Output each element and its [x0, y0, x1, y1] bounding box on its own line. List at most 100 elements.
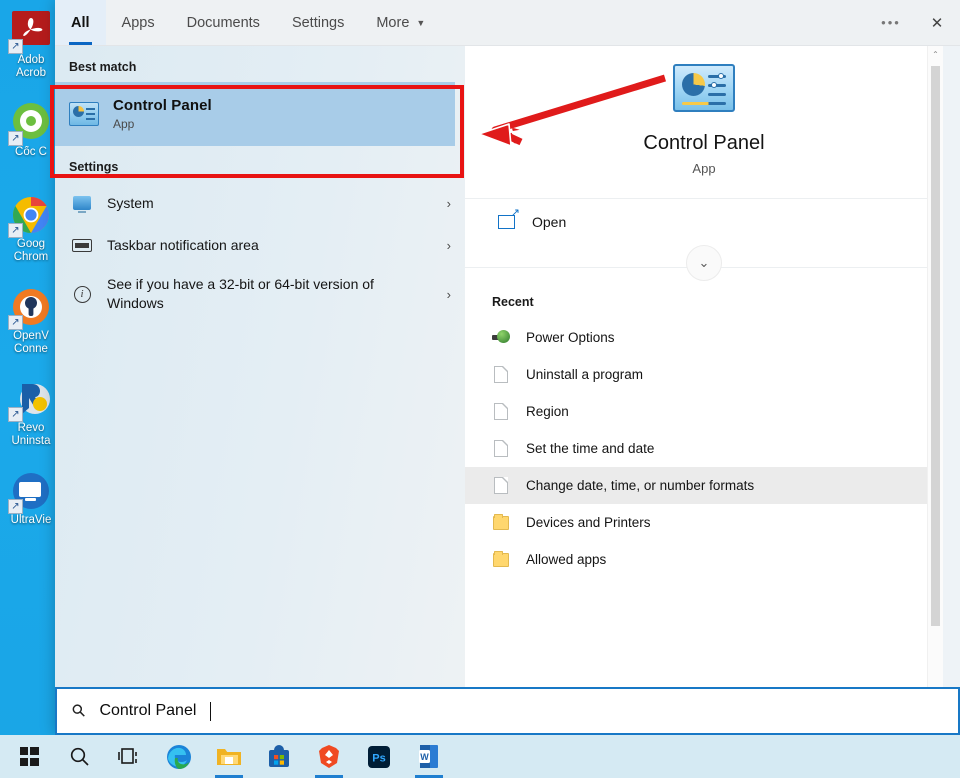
tab-label: Documents [187, 15, 260, 31]
tab-apps[interactable]: Apps [106, 0, 171, 45]
preview-title: Control Panel [465, 132, 943, 155]
recent-item-allowed-apps[interactable]: Allowed apps [465, 541, 943, 578]
search-panes: Best match Control Panel App Settings Sy… [55, 46, 960, 735]
monitor-icon [71, 196, 93, 210]
more-options-button[interactable]: ••• [868, 0, 914, 45]
settings-item-taskbar-notification-area[interactable]: Taskbar notification area › [55, 224, 465, 266]
openvpn-connect-icon: ↗ [8, 284, 54, 330]
search-icon [69, 746, 90, 767]
best-match-title: Control Panel [113, 97, 212, 114]
settings-item-label: See if you have a 32-bit or 64-bit versi… [107, 275, 433, 313]
shortcut-badge-icon: ↗ [8, 131, 23, 146]
power-plug-icon [492, 329, 510, 346]
desktop-icon-ultraviewer[interactable]: ↗ UltraVie [0, 468, 62, 550]
open-external-icon [498, 215, 515, 229]
preview-pane: Control Panel App Open ⌄ Recent Power Op… [465, 46, 943, 735]
taskbar: Ps W [0, 735, 960, 778]
recent-item-label: Region [526, 404, 569, 419]
shortcut-badge-icon: ↗ [8, 223, 23, 238]
recent-item-label: Power Options [526, 330, 615, 345]
microsoft-word-icon: W [418, 744, 440, 769]
chevron-right-icon: › [447, 238, 451, 253]
tab-all[interactable]: All [55, 0, 106, 45]
tab-label: Apps [122, 15, 155, 31]
best-match-heading: Best match [55, 54, 465, 82]
recent-item-set-the-time-and-date[interactable]: Set the time and date [465, 430, 943, 467]
preview-subtitle: App [465, 161, 943, 176]
action-open[interactable]: Open [465, 199, 943, 245]
shortcut-badge-icon: ↗ [8, 39, 23, 54]
desktop-icon-label: Revo Uninsta [0, 422, 62, 448]
svg-text:Ps: Ps [372, 752, 385, 764]
edge-button[interactable] [156, 735, 202, 778]
desktop-icon-google-chrome[interactable]: ↗ Goog Chrom [0, 192, 62, 274]
google-chrome-icon: ↗ [8, 192, 54, 238]
revo-uninstaller-icon: ↗ [8, 376, 54, 422]
microsoft-store-button[interactable] [256, 735, 302, 778]
control-panel-icon [69, 102, 99, 126]
taskbar-icon [71, 239, 93, 252]
scrollbar-thumb[interactable] [931, 66, 940, 626]
settings-item-label: System [107, 194, 433, 213]
scroll-up-button[interactable]: ⌃ [928, 46, 943, 63]
preview-scrollbar[interactable]: ⌃ ⌄ [927, 46, 943, 735]
close-button[interactable]: ✕ [914, 0, 960, 45]
shortcut-badge-icon: ↗ [8, 315, 23, 330]
recent-item-label: Devices and Printers [526, 515, 651, 530]
recent-item-label: Set the time and date [526, 441, 654, 456]
document-icon [492, 403, 510, 420]
search-input-container[interactable]: ⚲ Control Panel [55, 687, 960, 735]
desktop-icon-coc-coc[interactable]: ↗ Cốc C [0, 100, 62, 182]
search-button[interactable] [56, 735, 102, 778]
desktop-icon-label: UltraVie [0, 514, 62, 527]
desktop-icon-revo-uninstaller[interactable]: ↗ Revo Uninsta [0, 376, 62, 458]
file-explorer-icon [216, 746, 242, 768]
adobe-acrobat-icon: ↗ [8, 8, 54, 54]
recent-item-devices-and-printers[interactable]: Devices and Printers [465, 504, 943, 541]
windows-search-panel: All Apps Documents Settings More ▼ ••• ✕… [55, 0, 960, 735]
search-input[interactable]: Control Panel [99, 702, 196, 720]
control-panel-large-icon [673, 64, 735, 112]
tab-documents[interactable]: Documents [171, 0, 276, 45]
task-view-button[interactable] [106, 735, 152, 778]
recent-heading: Recent [465, 289, 943, 319]
desktop-icon-openvpn-connect[interactable]: ↗ OpenV Conne [0, 284, 62, 366]
photoshop-button[interactable]: Ps [356, 735, 402, 778]
search-tab-bar: All Apps Documents Settings More ▼ ••• ✕ [55, 0, 960, 46]
expand-chevron-down-button[interactable]: ⌄ [686, 245, 722, 281]
desktop-icon-adobe-acrobat[interactable]: ↗ Adob Acrob [0, 8, 62, 90]
chevron-right-icon: › [447, 196, 451, 211]
expander-section: ⌄ [465, 245, 943, 289]
recent-item-change-date-time-formats[interactable]: Change date, time, or number formats [465, 467, 943, 504]
settings-item-bit-version[interactable]: i See if you have a 32-bit or 64-bit ver… [55, 266, 465, 322]
coc-coc-icon: ↗ [8, 100, 54, 146]
desktop-icon-label: OpenV Conne [0, 330, 62, 356]
desktop-icon-label: Goog Chrom [0, 238, 62, 264]
best-match-subtitle: App [113, 117, 212, 131]
microsoft-edge-icon [166, 744, 192, 770]
search-icon: ⚲ [68, 700, 91, 723]
document-icon [492, 477, 510, 494]
info-icon: i [71, 286, 93, 303]
recent-item-label: Change date, time, or number formats [526, 478, 754, 493]
file-explorer-button[interactable] [206, 735, 252, 778]
recent-item-uninstall-a-program[interactable]: Uninstall a program [465, 356, 943, 393]
photoshop-icon: Ps [367, 745, 391, 769]
tabbar-spacer [441, 0, 868, 45]
shortcut-badge-icon: ↗ [8, 407, 23, 422]
tab-more[interactable]: More ▼ [360, 0, 441, 45]
settings-item-system[interactable]: System › [55, 182, 465, 224]
document-icon [492, 440, 510, 457]
brave-icon [317, 744, 341, 769]
task-view-icon [118, 747, 140, 766]
desktop-icon-label: Cốc C [0, 146, 62, 159]
folder-icon [492, 516, 510, 530]
recent-item-region[interactable]: Region [465, 393, 943, 430]
tab-settings[interactable]: Settings [276, 0, 360, 45]
settings-item-label: Taskbar notification area [107, 236, 433, 255]
word-button[interactable]: W [406, 735, 452, 778]
recent-item-power-options[interactable]: Power Options [465, 319, 943, 356]
brave-button[interactable] [306, 735, 352, 778]
start-button[interactable] [6, 735, 52, 778]
result-item-control-panel[interactable]: Control Panel App [55, 82, 455, 146]
